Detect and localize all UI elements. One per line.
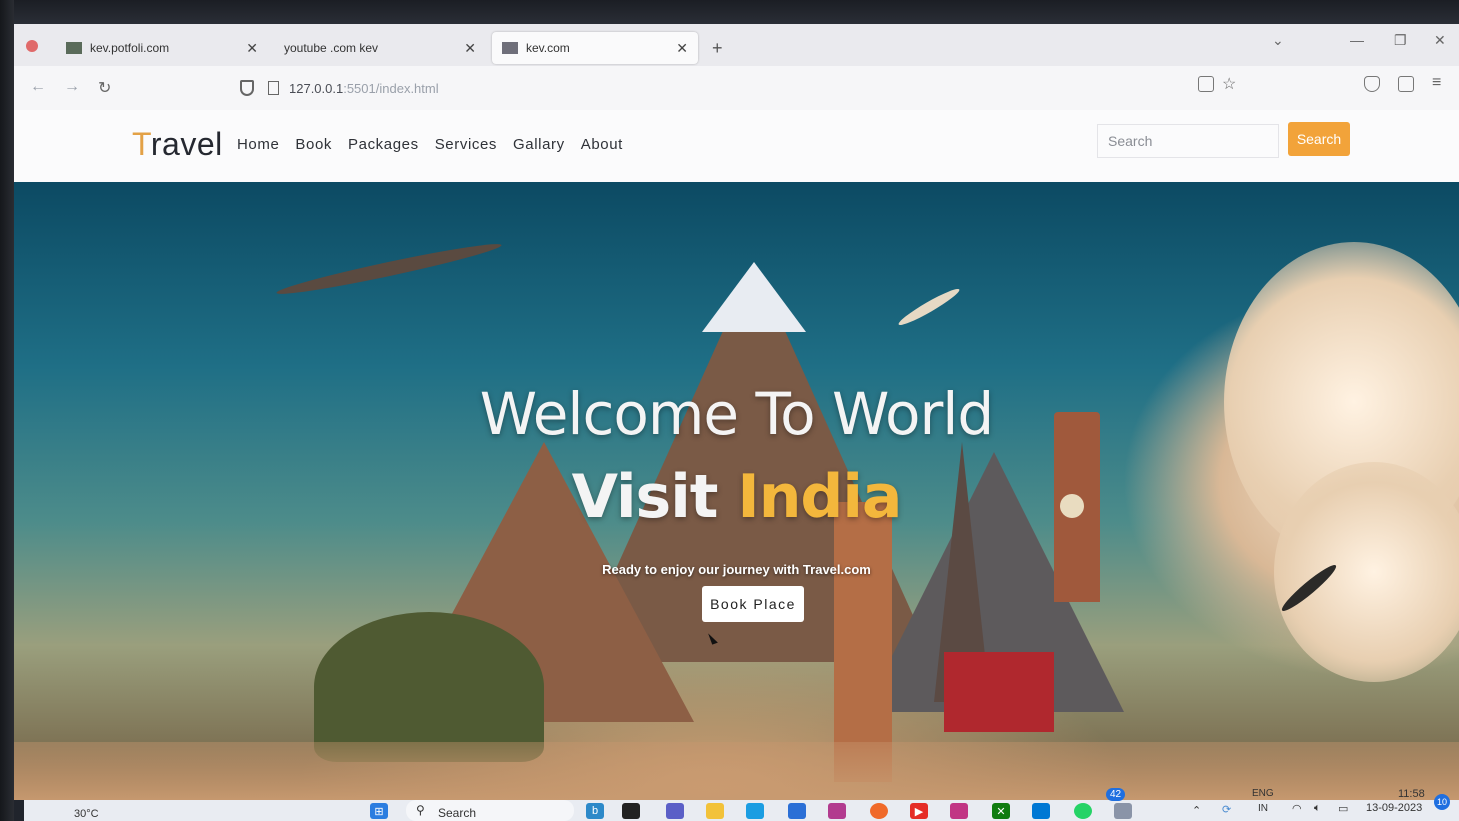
menu-book[interactable]: Book — [295, 136, 332, 153]
browser-window: kev.potfoli.com ✕ youtube .com kev ✕ kev… — [14, 24, 1459, 800]
bookmark-star-icon[interactable]: ☆ — [1222, 74, 1236, 94]
bird-shape — [275, 238, 503, 300]
menu-packages[interactable]: Packages — [348, 136, 419, 153]
notification-count[interactable]: 10 — [1434, 794, 1450, 810]
sand-ground-shape — [14, 742, 1459, 800]
store-icon[interactable] — [788, 803, 806, 819]
taskbar-search-label: Search — [438, 806, 477, 820]
search-input[interactable] — [1097, 124, 1279, 158]
edge-icon[interactable] — [746, 803, 764, 819]
menu-about[interactable]: About — [581, 136, 623, 153]
firefox-icon[interactable] — [870, 803, 888, 819]
start-icon[interactable]: ⊞ — [370, 803, 388, 819]
site-favicon-icon — [66, 42, 82, 54]
search-button[interactable]: Search — [1288, 122, 1350, 156]
taskbar-search[interactable]: ⚲ Search — [406, 800, 574, 821]
whatsapp-icon[interactable] — [1074, 803, 1092, 819]
forward-icon[interactable]: → — [64, 78, 80, 96]
site-header: Travel Home Book Packages Services Galla… — [14, 110, 1459, 182]
menu-services[interactable]: Services — [435, 136, 497, 153]
menu-icon[interactable]: ≡ — [1432, 74, 1441, 92]
hero-title-line2: Visit India — [14, 462, 1459, 532]
tab-bar: kev.potfoli.com ✕ youtube .com kev ✕ kev… — [14, 24, 1459, 66]
red-building-shape — [944, 652, 1054, 732]
tab-label: kev.potfoli.com — [90, 41, 170, 55]
monitor-bezel-top — [0, 0, 1459, 24]
search-icon: ⚲ — [416, 803, 425, 817]
app-icon[interactable] — [828, 803, 846, 819]
firefox-view-icon[interactable] — [26, 40, 38, 52]
logo-rest: ravel — [150, 126, 223, 162]
book-place-button[interactable]: Book Place — [702, 586, 804, 622]
hero-title-line1: Welcome To World — [479, 380, 994, 448]
instagram-icon[interactable] — [950, 803, 968, 819]
hero-tagline: Ready to enjoy our journey with Travel.c… — [602, 562, 871, 577]
hero-banner: Welcome To World Visit India Ready to en… — [14, 182, 1459, 800]
file-explorer-icon[interactable] — [706, 803, 724, 819]
teams-icon[interactable] — [666, 803, 684, 819]
tab-label: youtube .com kev — [284, 41, 379, 55]
language-top[interactable]: ENG — [1252, 788, 1274, 799]
sync-icon[interactable]: ⟳ — [1222, 803, 1231, 816]
close-window-icon[interactable]: ✕ — [1434, 32, 1446, 49]
tab-portfolio[interactable]: kev.potfoli.com ✕ — [56, 32, 268, 64]
task-view-icon[interactable] — [622, 803, 640, 819]
tab-label: kev.com — [526, 41, 570, 55]
wifi-icon[interactable]: ◠ — [1292, 802, 1302, 815]
volume-icon[interactable]: 🔈︎ — [1314, 802, 1321, 815]
battery-icon[interactable]: ▭ — [1338, 802, 1348, 815]
logo[interactable]: Travel — [132, 126, 223, 163]
vscode-icon[interactable] — [1032, 803, 1050, 819]
tracking-shield-icon[interactable] — [240, 80, 254, 96]
url-host: 127.0.0.1 — [289, 80, 344, 96]
reader-view-icon[interactable] — [1198, 76, 1214, 92]
extensions-icon[interactable] — [1398, 76, 1414, 92]
new-tab-icon[interactable]: + — [712, 38, 723, 59]
tab-active[interactable]: kev.com ✕ — [492, 32, 698, 64]
chevron-up-icon[interactable]: ⌃ — [1192, 804, 1201, 817]
address-bar[interactable]: 127.0.0.1:5501/index.html — [240, 74, 1180, 102]
tab-youtube[interactable]: youtube .com kev ✕ — [274, 32, 486, 64]
list-tabs-icon[interactable]: ⌄ — [1272, 32, 1284, 49]
close-tab-icon[interactable]: ✕ — [464, 40, 476, 57]
minimize-icon[interactable]: — — [1350, 32, 1364, 48]
tower-shape — [834, 502, 892, 782]
reload-icon[interactable]: ↻ — [98, 78, 111, 98]
windows-taskbar: 30°C ⊞ ⚲ Search b ▶ ✕ 42 ⌃ ⟳ ENG IN ◠ 🔈︎… — [24, 788, 1459, 821]
back-icon[interactable]: ← — [30, 78, 46, 96]
restore-icon[interactable]: ❐ — [1394, 32, 1407, 49]
hero-title-accent: India — [737, 462, 902, 532]
xbox-icon[interactable]: ✕ — [992, 803, 1010, 819]
monitor-bezel-left — [0, 0, 14, 821]
page-info-icon[interactable] — [268, 81, 279, 95]
website: Travel Home Book Packages Services Galla… — [14, 110, 1459, 800]
clock-time[interactable]: 11:58 — [1398, 788, 1425, 800]
youtube-icon[interactable]: ▶ — [910, 803, 928, 819]
jungle-shape — [314, 612, 544, 762]
menu-gallary[interactable]: Gallary — [513, 136, 565, 153]
language-bottom[interactable]: IN — [1258, 803, 1268, 814]
whatsapp-badge: 42 — [1106, 788, 1126, 801]
snipping-tool-icon[interactable] — [1114, 803, 1132, 819]
url-path: :5501/index.html — [343, 80, 439, 96]
hero-title-prefix: Visit — [571, 462, 738, 532]
navigation-bar: ← → ↻ 127.0.0.1:5501/index.html ☆ ≡ — [14, 66, 1459, 110]
weather-temp[interactable]: 30°C — [74, 808, 99, 820]
bing-icon[interactable]: b — [586, 803, 604, 819]
close-tab-icon[interactable]: ✕ — [676, 40, 688, 57]
main-menu: Home Book Packages Services Gallary Abou… — [237, 136, 623, 153]
clock-date[interactable]: 13-09-2023 — [1366, 802, 1422, 814]
close-tab-icon[interactable]: ✕ — [246, 40, 258, 57]
site-favicon-icon — [502, 42, 518, 54]
logo-first-letter: T — [132, 126, 151, 162]
snow-peak-shape — [702, 262, 806, 332]
pocket-icon[interactable] — [1364, 76, 1380, 92]
menu-home[interactable]: Home — [237, 136, 279, 153]
